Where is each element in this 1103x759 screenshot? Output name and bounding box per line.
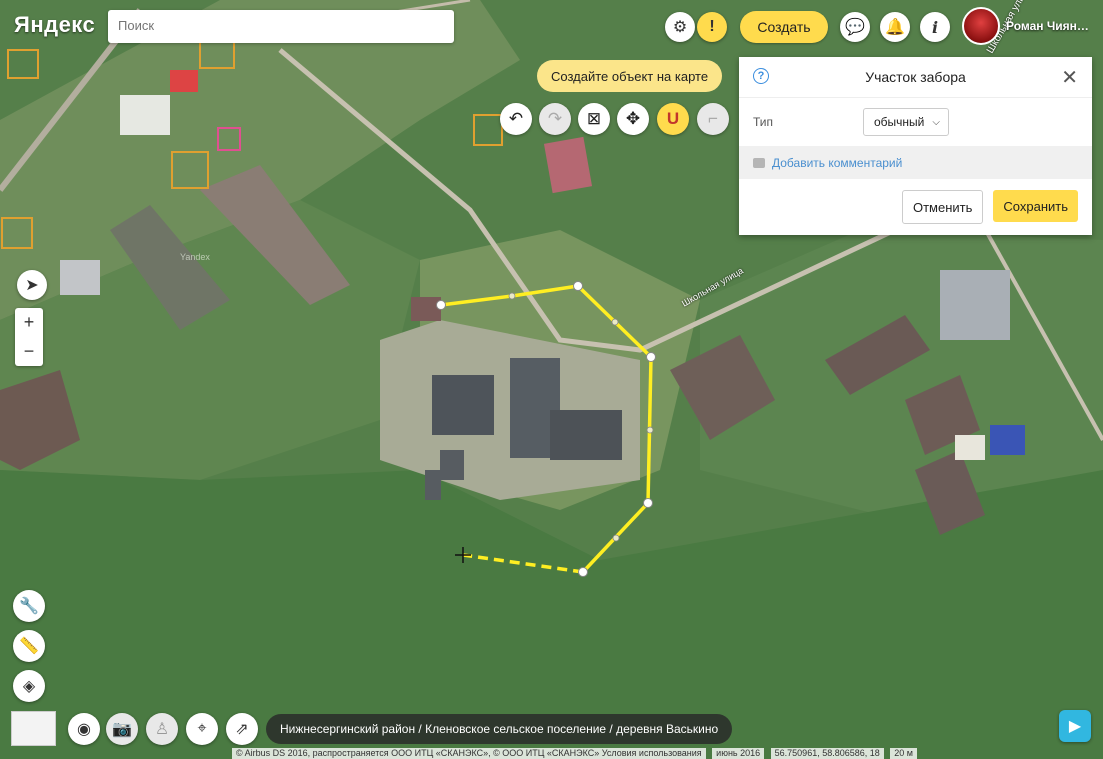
gear-icon: ⚙ xyxy=(672,19,688,36)
chat-icon: 💬 xyxy=(845,19,865,36)
corner-icon: ⌐ xyxy=(708,109,718,128)
type-label: Тип xyxy=(753,115,774,129)
zoom-in-button[interactable]: + xyxy=(15,308,43,337)
exclamation-icon: ! xyxy=(709,18,715,35)
undo-button[interactable]: ↶ xyxy=(500,103,532,135)
copyright-text[interactable]: © Airbus DS 2016, распространяется ООО И… xyxy=(232,748,706,759)
redo-button[interactable]: ↷ xyxy=(539,103,571,135)
wrench-icon: 🔧 xyxy=(19,598,39,615)
coordinates: 56.750961, 58.806586, 18 xyxy=(770,748,884,759)
delete-button[interactable]: ⊠ xyxy=(578,103,610,135)
bell-icon: 🔔 xyxy=(885,19,905,36)
map-watermark: Yandex xyxy=(180,252,210,262)
close-icon[interactable]: ✕ xyxy=(1061,65,1078,90)
delete-icon: ⊠ xyxy=(586,109,602,128)
camera-icon: 📷 xyxy=(112,721,132,738)
messages-button[interactable]: 💬 xyxy=(840,12,870,42)
compass-arrow-icon: ➤ xyxy=(25,277,39,294)
breadcrumb[interactable]: Нижнесергинский район / Кленовское сельс… xyxy=(266,714,733,744)
create-hint: Создайте объект на карте xyxy=(537,60,723,92)
move-button[interactable]: ✥ xyxy=(617,103,649,135)
magnet-icon: U xyxy=(666,109,680,128)
streetview-button[interactable]: ♙ xyxy=(146,713,178,745)
location-pin-icon: ⌖ xyxy=(197,720,207,737)
play-icon: ▶ xyxy=(1068,718,1082,735)
pin-circle-icon: ◉ xyxy=(77,721,91,738)
user-profile[interactable]: Роман Чиян… xyxy=(962,7,1089,45)
location-button[interactable]: ⌖ xyxy=(186,713,218,745)
search-input[interactable] xyxy=(108,10,448,41)
save-button[interactable]: Сохранить xyxy=(993,190,1078,222)
fence-panel: ? Участок забора ✕ Тип обычный ⌵ Добавит… xyxy=(739,57,1092,235)
tools-button[interactable]: 🔧 xyxy=(13,590,45,622)
info-button[interactable]: i xyxy=(920,12,950,42)
pegman-icon: ♙ xyxy=(154,721,170,738)
poi-button[interactable]: ◉ xyxy=(68,713,100,745)
external-link-icon: ⇗ xyxy=(235,721,249,738)
video-tutorial-button[interactable]: ▶ xyxy=(1059,710,1091,742)
cancel-button[interactable]: Отменить xyxy=(901,190,984,224)
search-box[interactable] xyxy=(108,10,454,43)
layers-icon: ◈ xyxy=(22,678,36,695)
imagery-date: июнь 2016 xyxy=(712,748,765,759)
locate-button[interactable]: ➤ xyxy=(17,270,47,300)
create-button[interactable]: Создать xyxy=(740,11,828,43)
move-icon: ✥ xyxy=(625,109,641,128)
avatar[interactable] xyxy=(962,7,1000,45)
user-name[interactable]: Роман Чиян… xyxy=(1006,19,1089,33)
type-select[interactable]: обычный ⌵ xyxy=(863,108,949,136)
style-button[interactable]: ⌐ xyxy=(697,103,729,135)
minimap[interactable] xyxy=(11,711,56,746)
panel-title: Участок забора xyxy=(865,69,966,85)
photo-button[interactable]: 📷 xyxy=(106,713,138,745)
chevron-down-icon: ⌵ xyxy=(932,116,940,128)
redo-icon: ↷ xyxy=(547,109,563,128)
undo-icon: ↶ xyxy=(508,109,524,128)
scale-label: 20 м xyxy=(890,748,917,759)
zoom-control: + − xyxy=(15,308,43,366)
comment-icon xyxy=(753,157,765,168)
layers-button[interactable]: ◈ xyxy=(13,670,45,702)
add-comment-row[interactable]: Добавить комментарий xyxy=(739,146,1092,179)
yandex-logo[interactable]: Яндекс xyxy=(14,12,95,38)
notifications-button[interactable]: 🔔 xyxy=(880,12,910,42)
type-value: обычный xyxy=(874,115,925,129)
share-button[interactable]: ⇗ xyxy=(226,713,258,745)
ruler-button[interactable]: 📏 xyxy=(13,630,45,662)
ruler-icon: 📏 xyxy=(19,638,39,655)
add-comment-link[interactable]: Добавить комментарий xyxy=(772,156,902,170)
info-icon: i xyxy=(931,17,939,37)
alert-button[interactable]: ! xyxy=(697,12,727,42)
settings-button[interactable]: ⚙ xyxy=(665,12,695,42)
zoom-out-button[interactable]: − xyxy=(15,337,43,366)
footer-bar: © Airbus DS 2016, распространяется ООО И… xyxy=(232,748,1103,759)
snap-button[interactable]: U xyxy=(657,103,689,135)
